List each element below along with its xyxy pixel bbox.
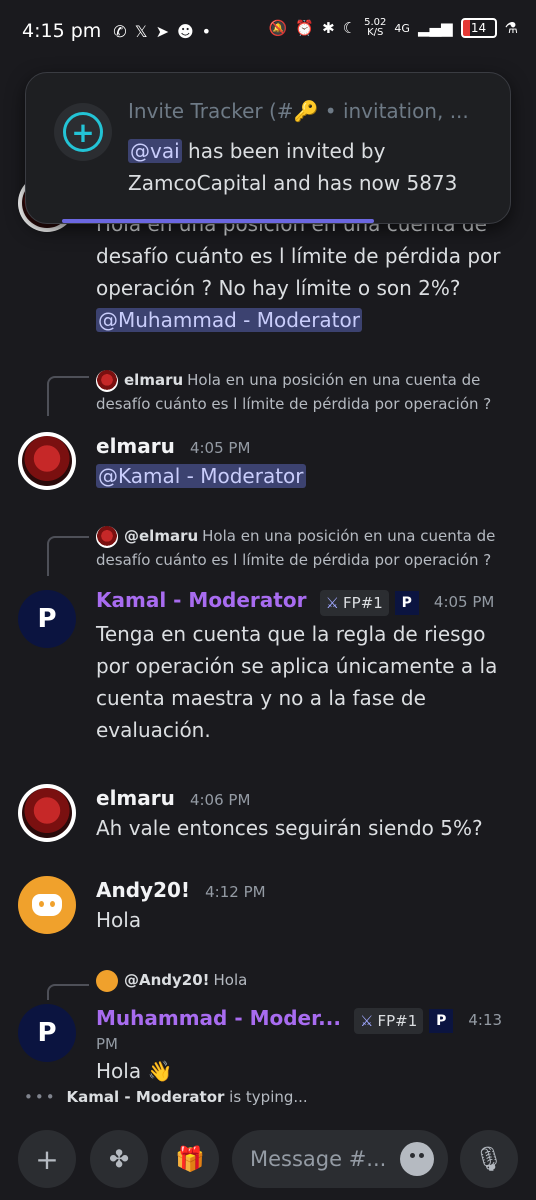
message-text: Tenga en cuenta que la regla de riesgo p… bbox=[96, 621, 498, 742]
server-tag-icon: P bbox=[429, 1008, 454, 1033]
add-attachment-button[interactable]: + bbox=[18, 1130, 76, 1188]
reply-preview[interactable]: @Andy20! Hola bbox=[96, 968, 516, 992]
invite-tracker-notification[interactable]: + Invite Tracker (#🔑 • invitation, ... @… bbox=[25, 72, 511, 224]
reply-preview[interactable]: elmaru Hola en una posición en una cuenta… bbox=[96, 368, 516, 416]
timestamp: 4:05 PM bbox=[433, 593, 495, 611]
status-time: 4:15 pm bbox=[22, 20, 102, 42]
sword-icon: ⚔ bbox=[360, 1011, 374, 1030]
bluetooth-icon: ✱ bbox=[322, 19, 335, 37]
mention[interactable]: @Kamal - Moderator bbox=[96, 464, 306, 488]
typing-dots-icon: ••• bbox=[24, 1088, 57, 1106]
message-m4: Andy20! 4:12 PM Hola bbox=[96, 878, 516, 936]
server-tag-icon: P bbox=[394, 590, 419, 615]
net-speed: 5.02 K/S bbox=[364, 17, 387, 38]
reply-preview[interactable]: @elmaru Hola en una posición en una cuent… bbox=[96, 524, 516, 572]
avatar bbox=[96, 969, 118, 992]
dnd-moon-icon: ☾ bbox=[342, 19, 357, 37]
avatar[interactable] bbox=[18, 876, 76, 934]
system-icons: 🔕 ⏰ ✱ ☾ 5.02 K/S 4G ▂▄▆ 14 ⚗ bbox=[269, 18, 518, 38]
apps-button[interactable]: ✤ bbox=[90, 1130, 148, 1188]
message-text: Hola bbox=[96, 908, 142, 932]
avatar[interactable]: P bbox=[18, 1004, 76, 1062]
notification-app-icon: + bbox=[54, 103, 112, 161]
apps-sparkle-icon: ✤ bbox=[108, 1145, 130, 1173]
voice-message-button[interactable]: 🎙 bbox=[460, 1130, 518, 1188]
message-m2: Kamal - Moderator ⚔ FP#1 P 4:05 PM Tenga e… bbox=[96, 588, 516, 746]
notification-title: Invite Tracker (#🔑 • invitation, ... bbox=[128, 99, 469, 123]
alarm-icon: ⏰ bbox=[295, 19, 315, 37]
composer-bar: + ✤ 🎁 Message #... 🎙 bbox=[0, 1122, 536, 1200]
signal-icon: ▂▄▆ bbox=[417, 19, 453, 37]
emoji-icon[interactable] bbox=[400, 1142, 434, 1176]
message-m1: elmaru 4:05 PM @Kamal - Moderator bbox=[96, 434, 306, 492]
username[interactable]: Kamal - Moderator bbox=[96, 588, 306, 612]
x-icon: 𝕏 bbox=[134, 21, 148, 41]
network-type: 4G bbox=[394, 21, 410, 35]
role-badge[interactable]: ⚔ FP#1 bbox=[319, 589, 389, 616]
notification-icons: ✆ 𝕏 ➤ ☻ • bbox=[113, 22, 211, 41]
username[interactable]: Andy20! bbox=[96, 878, 190, 902]
username[interactable]: Muhammad - Moder... bbox=[96, 1006, 341, 1030]
battery-indicator: 14 bbox=[460, 18, 497, 38]
mention[interactable]: @Muhammad - Moderator bbox=[96, 308, 362, 332]
whatsapp-icon: ✆ bbox=[113, 21, 127, 41]
typing-indicator: ••• Kamal - Moderator is typing... bbox=[24, 1088, 308, 1106]
message-input[interactable]: Message #... bbox=[232, 1130, 448, 1188]
microphone-icon: 🎙 bbox=[473, 1145, 505, 1173]
role-badge[interactable]: ⚔ FP#1 bbox=[354, 1007, 424, 1034]
message-text: Hola 👋 bbox=[96, 1058, 173, 1083]
timestamp: 4:12 PM bbox=[205, 883, 266, 901]
avatar[interactable]: P bbox=[18, 590, 76, 648]
timestamp: 4:05 PM bbox=[189, 439, 251, 457]
avatar[interactable] bbox=[18, 784, 76, 842]
plus-icon: + bbox=[63, 112, 103, 152]
avatar bbox=[96, 369, 118, 392]
username[interactable]: elmaru bbox=[96, 786, 175, 810]
avatar bbox=[96, 525, 118, 548]
reply-connector bbox=[47, 536, 89, 576]
more-dot-icon: • bbox=[201, 21, 212, 41]
notification-body: @vai has been invited by ZamcoCapital an… bbox=[128, 139, 458, 195]
reply-connector bbox=[47, 984, 89, 1000]
gift-button[interactable]: 🎁 bbox=[161, 1130, 219, 1188]
discord-logo-icon bbox=[32, 894, 62, 916]
discord-icon: ☻ bbox=[176, 21, 194, 41]
username[interactable]: elmaru bbox=[96, 434, 175, 458]
message-placeholder: Message #... bbox=[250, 1147, 387, 1171]
avatar[interactable] bbox=[18, 432, 76, 490]
reply-connector bbox=[47, 376, 89, 416]
plus-icon: + bbox=[35, 1142, 59, 1176]
flask-icon: ⚗ bbox=[504, 19, 518, 37]
gift-icon: 🎁 bbox=[175, 1145, 205, 1173]
message-text: Ah vale entonces seguirán siendo 5%? bbox=[96, 816, 483, 840]
mention[interactable]: @vai bbox=[128, 139, 182, 163]
notification-progress bbox=[62, 219, 374, 223]
message-m5: Muhammad - Moder... ⚔ FP#1 P 4:13 PM Hola … bbox=[96, 1006, 526, 1087]
mute-icon: 🔕 bbox=[268, 19, 288, 37]
sword-icon: ⚔ bbox=[325, 593, 340, 612]
message-m0-body: Hola en una posición en una cuenta de de… bbox=[96, 208, 516, 336]
message-m3: elmaru 4:06 PM Ah vale entonces seguirán… bbox=[96, 786, 516, 844]
telegram-icon: ➤ bbox=[155, 21, 169, 41]
status-bar: 4:15 pm ✆ 𝕏 ➤ ☻ • 🔕 ⏰ ✱ ☾ 5.02 K/S 4G ▂▄… bbox=[0, 0, 536, 62]
timestamp: 4:06 PM bbox=[189, 791, 251, 809]
